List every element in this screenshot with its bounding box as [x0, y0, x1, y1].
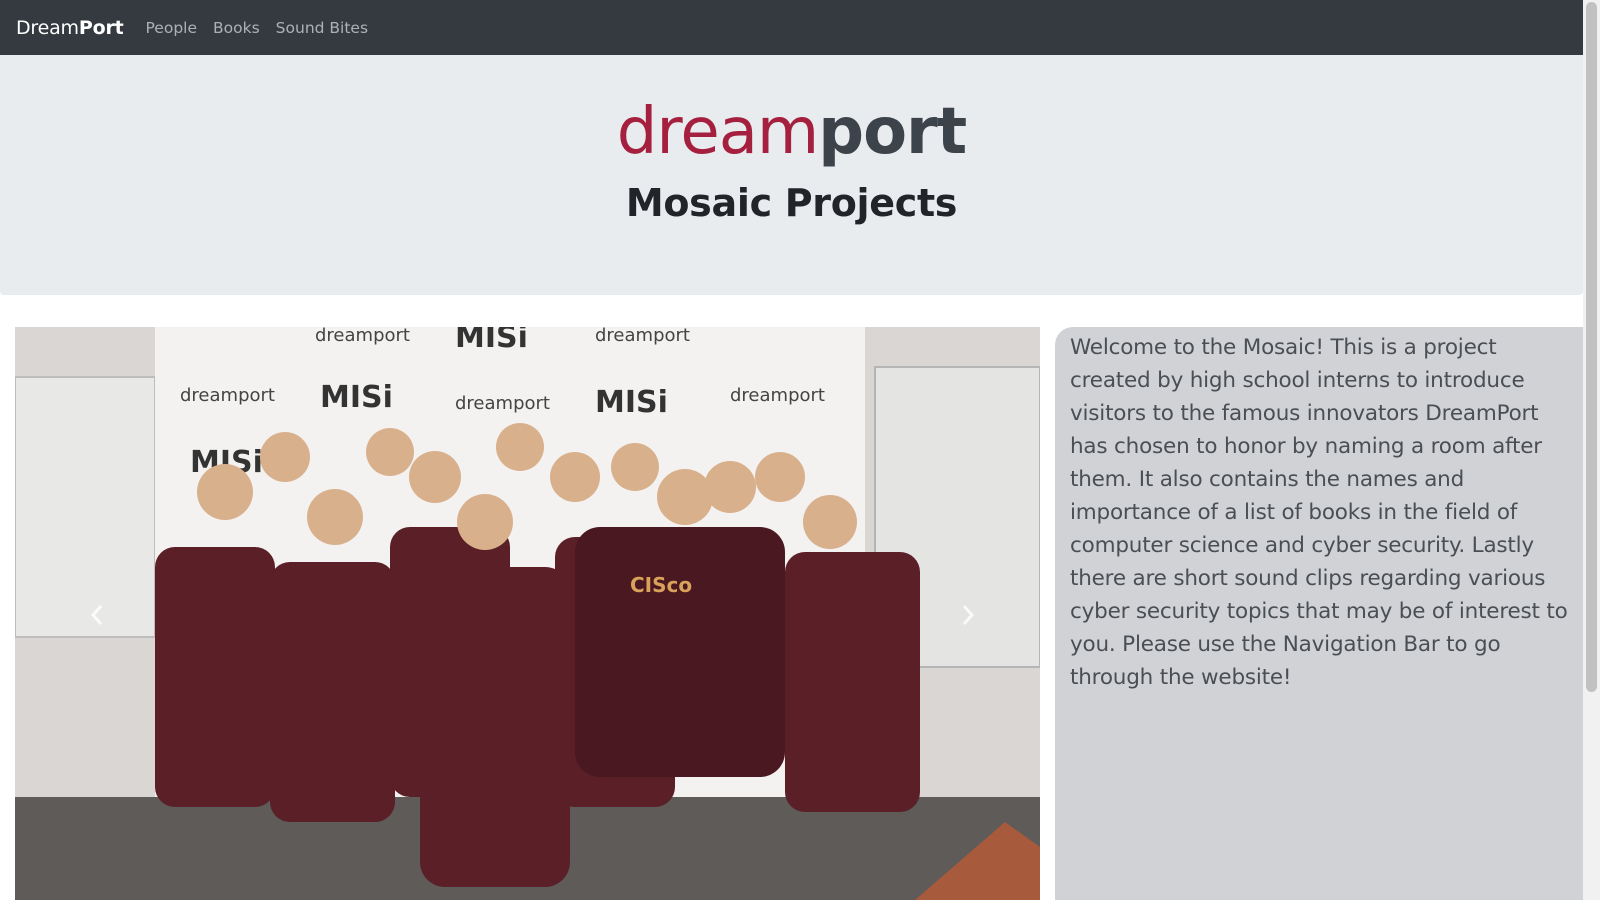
svg-text:dreamport: dreamport — [455, 393, 550, 414]
svg-text:dreamport: dreamport — [180, 385, 275, 406]
chevron-right-icon — [962, 605, 975, 625]
svg-text:dreamport: dreamport — [595, 327, 690, 346]
brand-logo[interactable]: DreamPort — [16, 17, 124, 39]
dreamport-logo: dreamport — [0, 100, 1583, 164]
group-photo: dreamport dreamport dreamport dreamport … — [15, 327, 1040, 900]
svg-text:dreamport: dreamport — [315, 327, 410, 346]
page-title: Mosaic Projects — [625, 181, 958, 225]
chevron-left-icon — [90, 605, 103, 625]
brand-port: Port — [78, 16, 124, 39]
page-scrollbar[interactable] — [1583, 0, 1600, 900]
carousel-next-button[interactable] — [948, 595, 988, 635]
scrollbar-thumb[interactable] — [1586, 2, 1597, 692]
hero-jumbotron: dreamport Mosaic Projects — [0, 55, 1583, 295]
shirt-logo-text: CISco — [630, 573, 692, 597]
nav-link-people[interactable]: People — [146, 19, 198, 37]
nav-link-sound-bites[interactable]: Sound Bites — [276, 19, 368, 37]
brand-dream: Dream — [16, 16, 79, 39]
svg-text:MISi: MISi — [455, 327, 528, 355]
logo-dream: dream — [616, 95, 819, 169]
welcome-panel: Welcome to the Mosaic! This is a project… — [1055, 327, 1583, 900]
carousel-prev-button[interactable] — [77, 595, 117, 635]
navbar: DreamPort People Books Sound Bites — [0, 0, 1583, 55]
welcome-text: Welcome to the Mosaic! This is a project… — [1070, 335, 1568, 690]
photo-carousel: dreamport dreamport dreamport dreamport … — [15, 327, 1040, 900]
nav-link-books[interactable]: Books — [213, 19, 260, 37]
svg-text:MISi: MISi — [320, 380, 393, 415]
svg-text:MISi: MISi — [595, 385, 668, 420]
logo-port: port — [818, 95, 967, 169]
svg-text:dreamport: dreamport — [730, 385, 825, 406]
